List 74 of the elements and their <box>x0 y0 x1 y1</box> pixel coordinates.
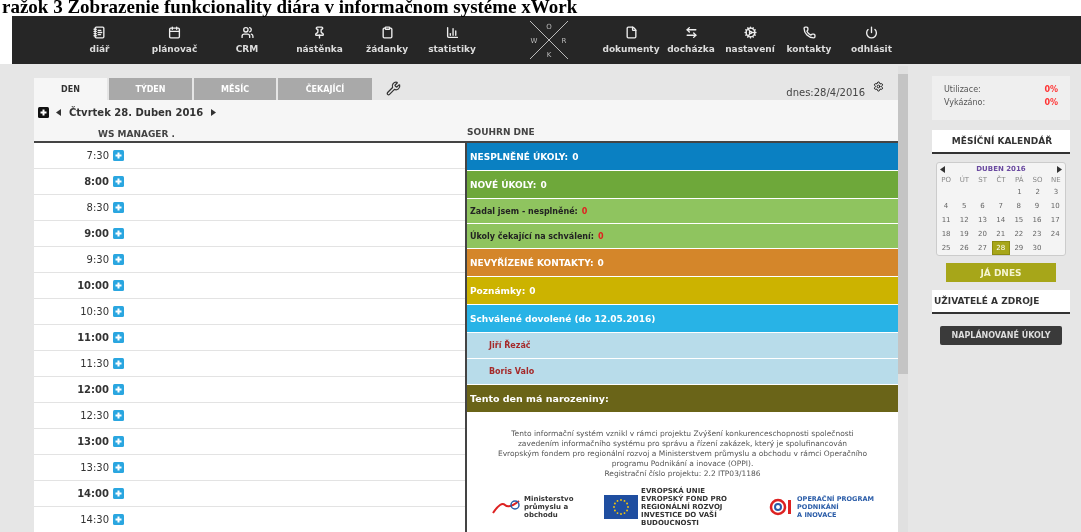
bar-chart-icon <box>445 26 459 39</box>
nav-link[interactable]: nastavení <box>721 26 779 54</box>
summary-label: Schválené dovolené (do 12.05.2016) <box>470 313 656 324</box>
calendar-icon <box>168 26 181 39</box>
nav-link[interactable]: statistiky <box>417 26 487 54</box>
summary-count: 0 <box>597 257 604 268</box>
nav-link[interactable]: plánovač <box>137 26 212 54</box>
nav-link[interactable]: žádanky <box>357 26 417 54</box>
nav-link[interactable]: nástěnka <box>282 26 357 54</box>
time-label: 12:00 <box>77 384 109 395</box>
time-label: 8:00 <box>84 176 109 187</box>
summary-label: Úkoly čekající na schválení: <box>470 231 594 241</box>
file-icon <box>624 26 638 39</box>
phone-icon <box>802 26 816 39</box>
summary-count: 0 <box>529 285 536 296</box>
scrollbar[interactable] <box>898 66 908 532</box>
planned-tasks-button[interactable]: NAPLÁNOVANÉ ÚKOLY <box>940 326 1062 345</box>
view-tab[interactable]: DEN <box>34 78 107 100</box>
time-label: 13:00 <box>77 436 109 447</box>
users-icon <box>240 26 254 39</box>
previous-day-icon[interactable] <box>56 108 62 116</box>
summary-count: 0 <box>540 179 547 190</box>
time-label: 10:30 <box>80 306 109 317</box>
clipboard-icon <box>380 26 394 39</box>
summary-count: 0 <box>581 206 588 216</box>
summary-label: Tento den má narozeniny: <box>470 393 609 404</box>
previous-month-icon[interactable] <box>940 165 946 173</box>
summary-label: NESPLNĚNÉ ÚKOLY: <box>470 151 569 162</box>
time-label: 9:00 <box>84 228 109 239</box>
nav-link[interactable]: CRM <box>212 26 282 54</box>
time-label: 13:30 <box>80 462 109 473</box>
time-label: 10:00 <box>77 280 109 291</box>
summary-label: NOVÉ ÚKOLY: <box>470 179 537 190</box>
time-label: 7:30 <box>86 150 109 161</box>
section-heading: MĚSÍČNÍ KALENDÁŘ <box>932 130 1070 154</box>
summary-count: 0 <box>572 151 579 162</box>
notebook-icon <box>93 26 106 39</box>
time-label: 14:00 <box>77 488 109 499</box>
column-header: WS MANAGER . <box>98 129 175 141</box>
column-header: SOUHRN DNE <box>467 127 535 139</box>
summary-label: Jiří Řezáč <box>489 341 531 350</box>
summary-label: Boris Valo <box>489 367 535 376</box>
next-month-icon[interactable] <box>1056 165 1062 173</box>
nav-link[interactable]: dokumenty <box>601 26 661 54</box>
time-label: 12:30 <box>80 410 109 421</box>
section-heading: UŽIVATELÉ A ZDROJE <box>932 290 1070 314</box>
add-icon[interactable] <box>38 106 49 118</box>
power-icon <box>865 26 878 39</box>
today-date: dnes:28/4/2016 <box>786 87 865 98</box>
stat-label: Utilizace: <box>944 85 982 96</box>
summary-label: NEVYŘÍZENÉ KONTAKTY: <box>470 257 594 268</box>
stat-label: Vykázáno: <box>944 98 987 109</box>
arrows-icon <box>684 26 698 39</box>
summary-label: Poznámky: <box>470 285 526 296</box>
time-label: 11:00 <box>77 332 109 343</box>
settings-icon <box>743 26 757 39</box>
current-date: Čtvrtek 28. Duben 2016 <box>69 106 204 118</box>
stat-value: 0% <box>1044 98 1058 109</box>
time-label: 8:30 <box>86 202 109 213</box>
time-label: 11:30 <box>80 358 109 369</box>
nav-link[interactable]: docházka <box>661 26 721 54</box>
time-label: 9:30 <box>86 254 109 265</box>
summary-count: 0 <box>598 231 604 241</box>
summary-label: Zadal jsem - nesplněné: <box>470 206 578 216</box>
gear-icon[interactable] <box>873 81 884 92</box>
figure-caption: ražok 3 Zobrazenie funkcionality diára v informačnom systéme xWork <box>1 0 579 16</box>
nav-link[interactable]: kontakty <box>779 26 839 54</box>
next-day-icon[interactable] <box>210 108 217 116</box>
nav-link[interactable]: odhlásit <box>839 26 904 54</box>
pin-icon <box>313 26 326 39</box>
nav-link[interactable]: diář <box>62 26 137 54</box>
time-label: 14:30 <box>80 514 109 525</box>
stat-value: 0% <box>1044 85 1058 96</box>
tools-icon[interactable] <box>386 81 401 96</box>
